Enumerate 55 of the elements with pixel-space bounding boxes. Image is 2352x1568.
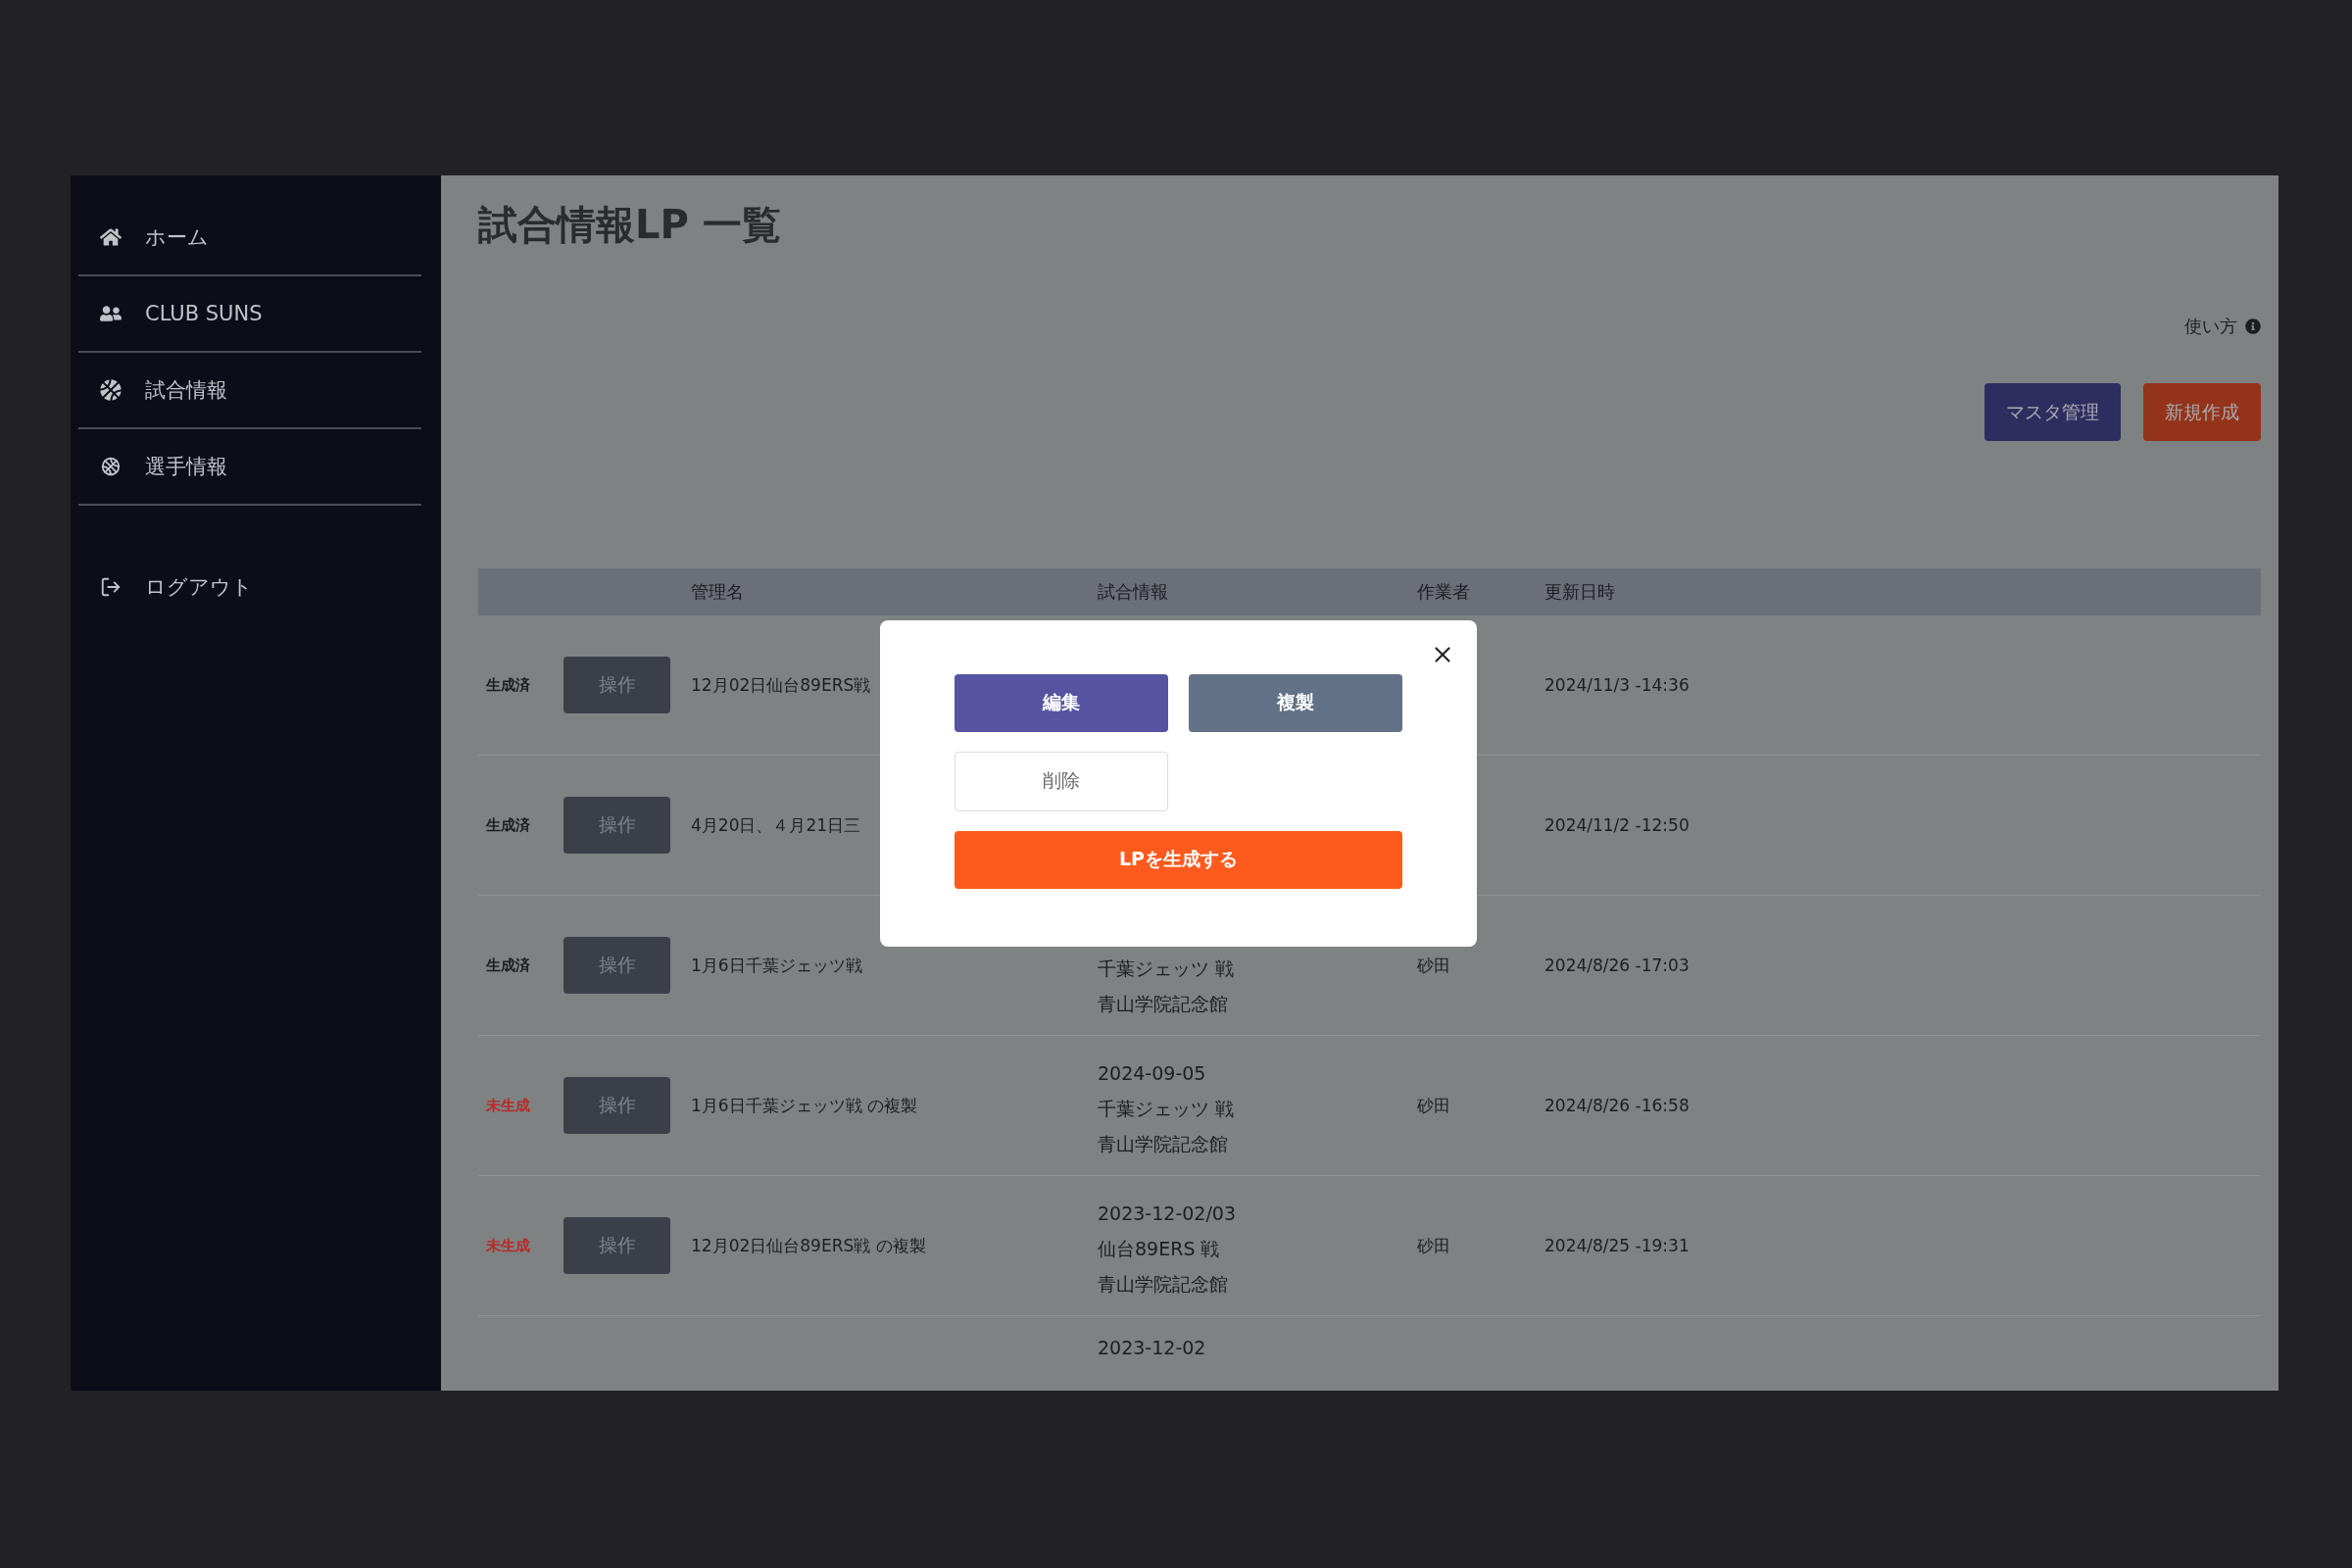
table-cell-text: 砂田 xyxy=(1417,1094,1451,1117)
action-button[interactable]: 操作 xyxy=(564,797,670,854)
edit-button[interactable]: 編集 xyxy=(955,673,1168,732)
status-label: 生成済 xyxy=(484,815,531,835)
table-cell-text: 砂田 xyxy=(1417,954,1451,977)
match-info-line: 2024-09-05 xyxy=(1098,1061,1207,1086)
column-header: 管理名 xyxy=(691,580,745,604)
sidebar-item[interactable]: 試合情報 xyxy=(78,353,421,429)
match-info-line: 千葉ジェッツ 戦 xyxy=(1098,1097,1236,1121)
table-cell-text: 2024/8/26 -17:03 xyxy=(1544,956,1690,975)
action-button[interactable]: 操作 xyxy=(564,657,670,713)
match-info-line: 青山学院記念館 xyxy=(1098,1132,1229,1156)
info-icon xyxy=(2245,318,2261,334)
table-cell-text: 2024/8/25 -19:31 xyxy=(1544,1236,1690,1255)
table-cell-text: 1月6日千葉ジェッツ戦 xyxy=(691,954,863,977)
sidebar-item[interactable]: ホーム xyxy=(78,200,421,276)
home-icon xyxy=(100,226,122,248)
match-info-line: 青山学院記念館 xyxy=(1098,992,1229,1016)
status-label: 未生成 xyxy=(485,1096,531,1115)
column-header: 更新日時 xyxy=(1544,580,1616,604)
basketball-icon xyxy=(100,379,122,401)
column-header: 作業者 xyxy=(1417,580,1471,604)
status-label: 生成済 xyxy=(484,956,531,975)
table-cell-text: 12月02日仙台89ERS戦 の複製 xyxy=(691,1234,927,1257)
table-cell-text: 4月20日、４月21日三 xyxy=(691,813,862,837)
match-info-line: 2023-12-02 xyxy=(1098,1336,1207,1360)
status-label: 未生成 xyxy=(485,1236,531,1255)
logout-link[interactable]: ログアウト xyxy=(78,549,421,625)
master-button[interactable]: マスタ管理 xyxy=(1984,383,2121,441)
create-button[interactable]: 新規作成 xyxy=(2143,383,2261,441)
sidebar-item[interactable]: 選手情報 xyxy=(78,429,421,506)
match-info-line: 2023-12-02/03 xyxy=(1098,1201,1237,1226)
column-header: 試合情報 xyxy=(1098,580,1169,604)
sidebar-item[interactable]: CLUB SUNS xyxy=(78,276,421,353)
status-label: 生成済 xyxy=(484,675,531,695)
match-info-line: 青山学院記念館 xyxy=(1098,1272,1229,1297)
logout-icon xyxy=(100,576,122,598)
match-info-line: 仙台89ERS 戦 xyxy=(1098,1237,1221,1261)
match-info-line: 千葉ジェッツ 戦 xyxy=(1098,956,1236,981)
generate-button[interactable]: LPを生成する xyxy=(955,830,1402,889)
table-cell-text: 12月02日仙台89ERS戦 xyxy=(691,673,872,697)
table-cell-text: 1月6日千葉ジェッツ戦 の複製 xyxy=(691,1094,919,1117)
action-button[interactable]: 操作 xyxy=(564,937,670,994)
delete-button[interactable]: 削除 xyxy=(955,751,1168,811)
table-cell-text: 砂田 xyxy=(1417,1234,1451,1257)
action-button[interactable]: 操作 xyxy=(564,1217,670,1274)
copy-button[interactable]: 複製 xyxy=(1189,673,1402,732)
users-icon xyxy=(100,303,122,324)
ball-icon xyxy=(100,456,122,477)
help-link[interactable]: 使い方 xyxy=(2184,315,2237,338)
table-cell-text: 2024/8/26 -16:58 xyxy=(1544,1096,1690,1115)
table-cell-text: 2024/11/3 -14:36 xyxy=(1544,675,1690,695)
table-cell-text: 2024/11/2 -12:50 xyxy=(1544,815,1690,835)
page-title: 試合情報LP 一覧 xyxy=(478,201,782,248)
action-button[interactable]: 操作 xyxy=(564,1077,670,1134)
